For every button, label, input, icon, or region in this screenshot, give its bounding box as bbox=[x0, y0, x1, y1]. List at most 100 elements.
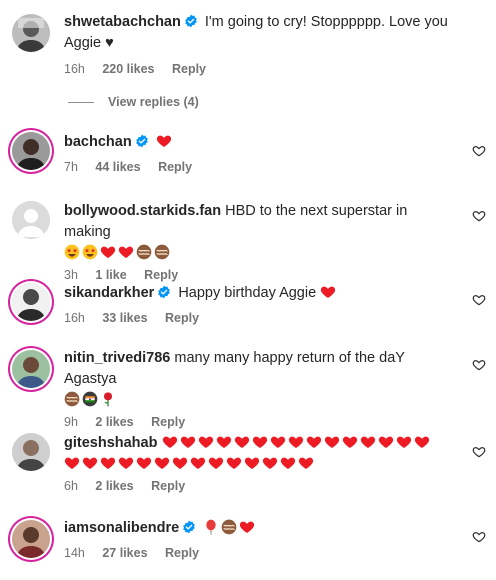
avatar[interactable] bbox=[12, 350, 50, 388]
reply-button[interactable]: Reply bbox=[144, 268, 178, 282]
timestamp: 14h bbox=[64, 546, 85, 560]
like-heart-icon[interactable] bbox=[472, 144, 486, 158]
like-heart-icon[interactable] bbox=[472, 358, 486, 372]
username[interactable]: shwetabachchan bbox=[64, 14, 181, 30]
reply-button[interactable]: Reply bbox=[151, 479, 185, 493]
emoji-line bbox=[64, 243, 456, 264]
avatar[interactable] bbox=[12, 201, 50, 239]
red-heart-emoji-icon bbox=[226, 455, 242, 471]
red-heart-emoji-icon bbox=[244, 455, 260, 471]
likes-count[interactable]: 220 likes bbox=[102, 62, 154, 76]
hearts-row-1 bbox=[162, 435, 432, 451]
balloon-emoji-icon bbox=[203, 519, 219, 535]
comment-meta: 6h 2 likes Reply bbox=[64, 478, 476, 494]
cake-emoji-icon bbox=[64, 391, 80, 407]
comment-text-line: iamsonalibendre bbox=[64, 518, 456, 539]
reply-button[interactable]: Reply bbox=[158, 160, 192, 174]
red-heart-emoji-icon bbox=[208, 455, 224, 471]
red-heart-emoji-icon bbox=[414, 434, 430, 450]
red-heart-emoji-icon bbox=[136, 455, 152, 471]
red-heart-emoji-icon bbox=[100, 455, 116, 471]
comment-meta: 7h 44 likes Reply bbox=[64, 159, 456, 175]
cake-emoji-icon bbox=[154, 244, 170, 260]
username[interactable]: nitin_trivedi786 bbox=[64, 350, 170, 366]
like-heart-icon[interactable] bbox=[472, 530, 486, 544]
red-heart-emoji-icon bbox=[288, 434, 304, 450]
reply-button[interactable]: Reply bbox=[165, 546, 199, 560]
red-heart-emoji-icon bbox=[342, 434, 358, 450]
likes-count[interactable]: 2 likes bbox=[95, 479, 133, 493]
view-replies-button[interactable]: View replies (4) bbox=[68, 95, 199, 109]
timestamp: 16h bbox=[64, 62, 85, 76]
username[interactable]: giteshshahab bbox=[64, 435, 157, 451]
star-struck-emoji-icon bbox=[82, 244, 98, 260]
red-heart-emoji-icon bbox=[252, 434, 268, 450]
comment-meta: 16h 33 likes Reply bbox=[64, 310, 456, 326]
timestamp: 6h bbox=[64, 479, 78, 493]
likes-count[interactable]: 33 likes bbox=[102, 311, 147, 325]
likes-count[interactable]: 2 likes bbox=[95, 415, 133, 429]
comment-meta: 16h 220 likes Reply bbox=[64, 61, 456, 77]
red-heart-emoji-icon bbox=[270, 434, 286, 450]
red-heart-emoji-icon bbox=[298, 455, 314, 471]
verified-badge-icon bbox=[184, 14, 198, 28]
timestamp: 3h bbox=[64, 268, 78, 282]
verified-badge-icon bbox=[182, 520, 196, 534]
red-heart-emoji-icon bbox=[118, 455, 134, 471]
username[interactable]: sikandarkher bbox=[64, 285, 154, 301]
username[interactable]: bachchan bbox=[64, 134, 132, 150]
divider-line bbox=[68, 101, 94, 103]
likes-count[interactable]: 27 likes bbox=[102, 546, 147, 560]
red-heart-emoji-icon bbox=[360, 434, 376, 450]
rose-emoji-icon bbox=[100, 391, 116, 407]
like-heart-icon[interactable] bbox=[472, 293, 486, 307]
red-heart-emoji-icon bbox=[320, 284, 336, 300]
likes-count[interactable]: 44 likes bbox=[95, 160, 140, 174]
emoji-line bbox=[64, 390, 456, 411]
reply-button[interactable]: Reply bbox=[165, 311, 199, 325]
avatar[interactable] bbox=[12, 433, 50, 471]
username[interactable]: bollywood.starkids.fan bbox=[64, 203, 221, 219]
comment-text-line: sikandarkher Happy birthday Aggie bbox=[64, 283, 456, 304]
comment-meta: 14h 27 likes Reply bbox=[64, 545, 456, 561]
avatar[interactable] bbox=[12, 132, 50, 170]
red-heart-emoji-icon bbox=[82, 455, 98, 471]
view-replies-label: View replies (4) bbox=[108, 95, 199, 109]
username[interactable]: iamsonalibendre bbox=[64, 520, 179, 536]
red-heart-emoji-icon bbox=[162, 434, 178, 450]
likes-count[interactable]: 1 like bbox=[95, 268, 126, 282]
comment-text-line: bachchan bbox=[64, 132, 456, 153]
red-heart-emoji-icon bbox=[216, 434, 232, 450]
like-heart-icon[interactable] bbox=[472, 209, 486, 223]
red-heart-emoji-icon bbox=[64, 455, 80, 471]
cake-emoji-icon bbox=[221, 519, 237, 535]
red-heart-emoji-icon bbox=[324, 434, 340, 450]
india-flag-emoji-icon bbox=[82, 391, 98, 407]
red-heart-emoji-icon bbox=[262, 455, 278, 471]
red-heart-emoji-icon bbox=[190, 455, 206, 471]
comment-text: Happy birthday Aggie bbox=[178, 285, 317, 301]
red-heart-emoji-icon bbox=[118, 244, 134, 260]
star-struck-emoji-icon bbox=[64, 244, 80, 260]
comment-meta: 9h 2 likes Reply bbox=[64, 414, 456, 430]
red-heart-emoji-icon bbox=[396, 434, 412, 450]
cake-emoji-icon bbox=[136, 244, 152, 260]
like-heart-icon[interactable] bbox=[472, 445, 486, 459]
comment-text-line: bollywood.starkids.fan HBD to the next s… bbox=[64, 201, 456, 243]
avatar[interactable] bbox=[12, 520, 50, 558]
comment-text-line: nitin_trivedi786 many many happy return … bbox=[64, 348, 456, 390]
reply-button[interactable]: Reply bbox=[151, 415, 185, 429]
hearts-row-2 bbox=[64, 454, 476, 475]
avatar[interactable] bbox=[12, 14, 50, 52]
reply-button[interactable]: Reply bbox=[172, 62, 206, 76]
avatar[interactable] bbox=[12, 283, 50, 321]
red-heart-emoji-icon bbox=[100, 244, 116, 260]
timestamp: 16h bbox=[64, 311, 85, 325]
red-heart-emoji-icon bbox=[378, 434, 394, 450]
timestamp: 7h bbox=[64, 160, 78, 174]
red-heart-emoji-icon bbox=[154, 455, 170, 471]
red-heart-emoji-icon bbox=[156, 133, 172, 149]
comment-meta: 3h 1 like Reply bbox=[64, 267, 456, 283]
red-heart-emoji-icon bbox=[172, 455, 188, 471]
comment-text-line: shwetabachchan I'm going to cry! Stopppp… bbox=[64, 12, 456, 54]
